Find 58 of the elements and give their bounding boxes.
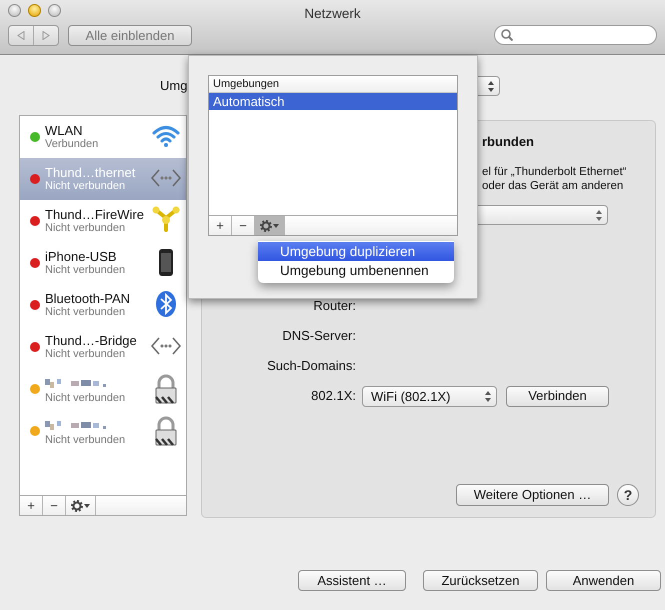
zoom-button[interactable] bbox=[48, 4, 61, 17]
minimize-button[interactable] bbox=[28, 4, 41, 17]
toolbar-button[interactable]: − bbox=[43, 496, 66, 515]
action-menu-button[interactable] bbox=[255, 216, 285, 235]
field-label: Router: bbox=[312, 297, 356, 316]
menu-item[interactable]: Umgebung duplizieren bbox=[258, 242, 454, 261]
service-item[interactable]: Thund…-Bridge Nicht verbunden bbox=[20, 326, 186, 368]
service-name: WLAN bbox=[45, 123, 84, 138]
description-text: oder das Gerät am anderen bbox=[482, 179, 624, 193]
window-title: Netzwerk bbox=[303, 5, 362, 23]
help-button[interactable]: ? bbox=[617, 484, 639, 506]
search-icon bbox=[501, 29, 513, 41]
service-item[interactable]: Nicht verbunden bbox=[20, 410, 186, 452]
service-item[interactable]: Bluetooth-PAN Nicht verbunden bbox=[20, 284, 186, 326]
service-item[interactable]: WLAN Verbunden bbox=[20, 116, 186, 158]
auth-select[interactable]: WiFi (802.1X) bbox=[362, 386, 497, 406]
close-button[interactable] bbox=[8, 4, 21, 17]
search-field[interactable] bbox=[494, 25, 657, 45]
column-header: Umgebungen bbox=[209, 76, 457, 93]
service-status: Nicht verbunden bbox=[45, 434, 126, 448]
gear-icon bbox=[260, 220, 280, 232]
forward-icon bbox=[42, 31, 50, 40]
connect-button[interactable]: Verbinden bbox=[506, 386, 609, 406]
field-label: DNS-Server: bbox=[281, 327, 356, 346]
service-status: Verbunden bbox=[45, 138, 98, 151]
back-forward-control[interactable] bbox=[8, 25, 59, 46]
footer-button[interactable]: Anwenden bbox=[546, 570, 661, 591]
service-name: Thund…-Bridge bbox=[45, 333, 137, 348]
footer-button[interactable]: Zurücksetzen bbox=[423, 570, 538, 591]
service-status: Nicht verbunden bbox=[45, 264, 126, 277]
footer-button[interactable]: Assistent … bbox=[298, 570, 406, 591]
service-item[interactable]: Thund…FireWire Nicht verbunden bbox=[20, 200, 186, 242]
gear-icon bbox=[70, 500, 90, 512]
description-text: el für „Thunderbolt Ethernet“ bbox=[482, 165, 628, 179]
location-item[interactable]: Automatisch bbox=[209, 93, 457, 110]
toolbar-button[interactable]: + bbox=[20, 496, 43, 515]
service-status: Nicht verbunden bbox=[45, 306, 126, 319]
stepper-arrows-icon bbox=[596, 210, 602, 221]
status-heading: rbunden bbox=[482, 134, 535, 150]
service-name: Thund…FireWire bbox=[45, 207, 144, 222]
service-name: iPhone-USB bbox=[45, 249, 118, 264]
field-label: 802.1X: bbox=[310, 387, 356, 406]
stepper-arrows-icon bbox=[488, 81, 494, 92]
service-name: Bluetooth-PAN bbox=[45, 291, 130, 306]
stepper-arrows-icon bbox=[485, 390, 491, 402]
service-status: Nicht verbunden bbox=[45, 392, 126, 406]
menu-item[interactable]: Umgebung umbenennen bbox=[258, 261, 454, 280]
more-options-button[interactable]: Weitere Optionen … bbox=[456, 484, 609, 506]
field-label: Such-Domains: bbox=[266, 357, 356, 376]
service-item[interactable]: iPhone-USB Nicht verbunden bbox=[20, 242, 186, 284]
back-icon bbox=[17, 31, 25, 40]
toolbar-button[interactable]: + bbox=[209, 216, 232, 235]
service-status: Nicht verbunden bbox=[45, 348, 126, 361]
service-name: Thund…thernet bbox=[45, 165, 136, 180]
service-status: Nicht verbunden bbox=[45, 222, 126, 235]
service-status: Nicht verbunden bbox=[45, 180, 126, 193]
location-label: Umg bbox=[160, 77, 188, 95]
service-item[interactable]: Nicht verbunden bbox=[20, 368, 186, 410]
